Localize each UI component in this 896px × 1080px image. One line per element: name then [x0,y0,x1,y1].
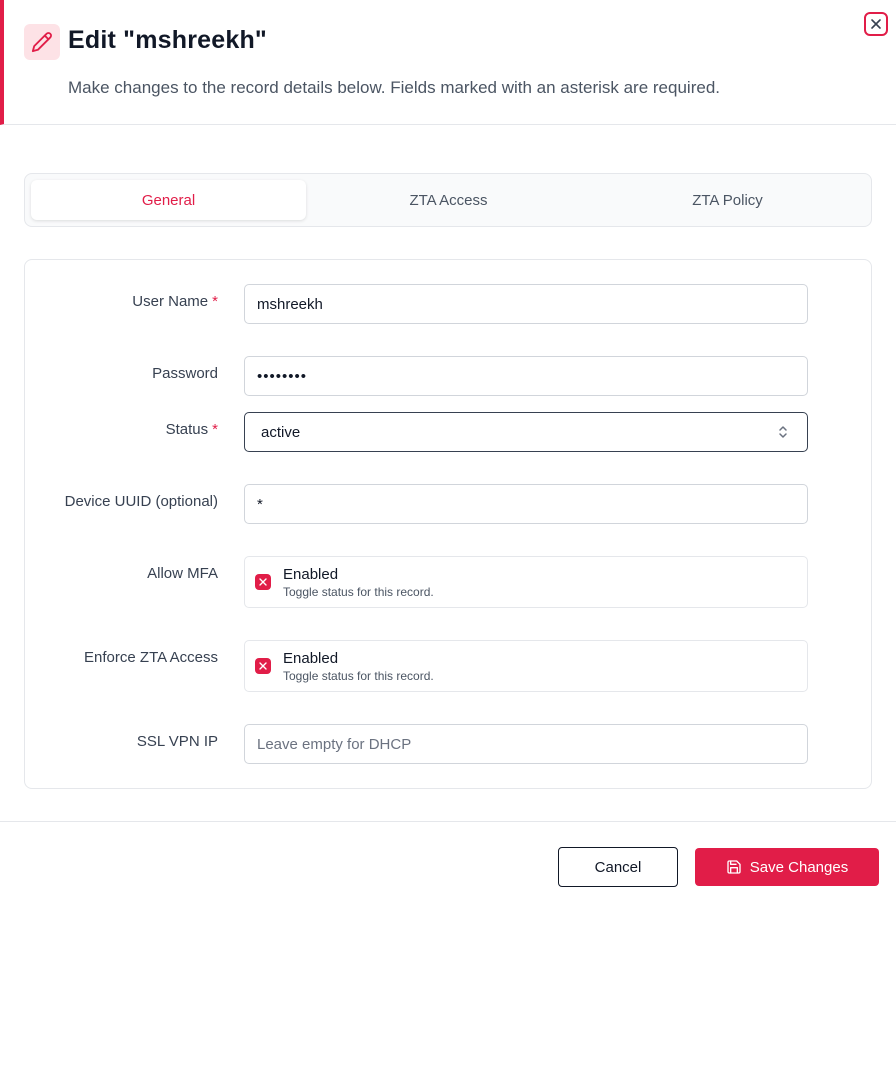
toggle-label: Enabled [283,650,339,667]
toggle-label: Enabled [283,566,339,583]
device-uuid-label: Device UUID (optional) [64,493,218,510]
status-select[interactable]: active [244,412,808,452]
required-marker: * [212,421,218,438]
toggle-help: Toggle status for this record. [283,669,434,683]
dialog-header: Edit "mshreekh" Make changes to the reco… [0,0,896,125]
pencil-icon [24,24,60,60]
close-button[interactable] [864,12,888,36]
save-icon [727,860,741,874]
status-label: Status * [165,421,218,438]
enforce-zta-toggle[interactable]: Enabled Toggle status for this record. [244,640,808,692]
tab-general[interactable]: General [31,180,306,220]
tab-zta-access[interactable]: ZTA Access [311,180,586,220]
tab-list: General ZTA Access ZTA Policy [24,173,872,227]
x-checkbox-icon[interactable] [255,658,271,674]
close-icon [871,19,881,29]
cancel-button[interactable]: Cancel [558,847,678,887]
ssl-vpn-ip-field[interactable]: Leave empty for DHCP [244,724,808,764]
x-checkbox-icon[interactable] [255,574,271,590]
dialog-title: Edit "mshreekh" [68,26,267,54]
edit-dialog: Edit "mshreekh" Make changes to the reco… [0,0,896,1080]
dialog-footer: Cancel Save Changes [0,821,896,911]
enforce-zta-label: Enforce ZTA Access [84,649,218,666]
required-marker: * [212,293,218,310]
toggle-help: Toggle status for this record. [283,585,434,599]
password-field[interactable]: •••••••• [244,356,808,396]
username-field[interactable]: mshreekh [244,284,808,324]
username-label: User Name * [132,293,218,310]
chevron-up-down-icon [779,426,787,438]
form-card: User Name * mshreekh Password •••••••• St… [24,259,872,789]
allow-mfa-label: Allow MFA [147,565,218,582]
save-button[interactable]: Save Changes [695,848,879,886]
tab-zta-policy[interactable]: ZTA Policy [590,180,865,220]
password-label: Password [152,365,218,382]
ssl-vpn-ip-label: SSL VPN IP [136,733,218,750]
device-uuid-field[interactable]: * [244,484,808,524]
allow-mfa-toggle[interactable]: Enabled Toggle status for this record. [244,556,808,608]
dialog-subtitle: Make changes to the record details below… [68,78,720,97]
